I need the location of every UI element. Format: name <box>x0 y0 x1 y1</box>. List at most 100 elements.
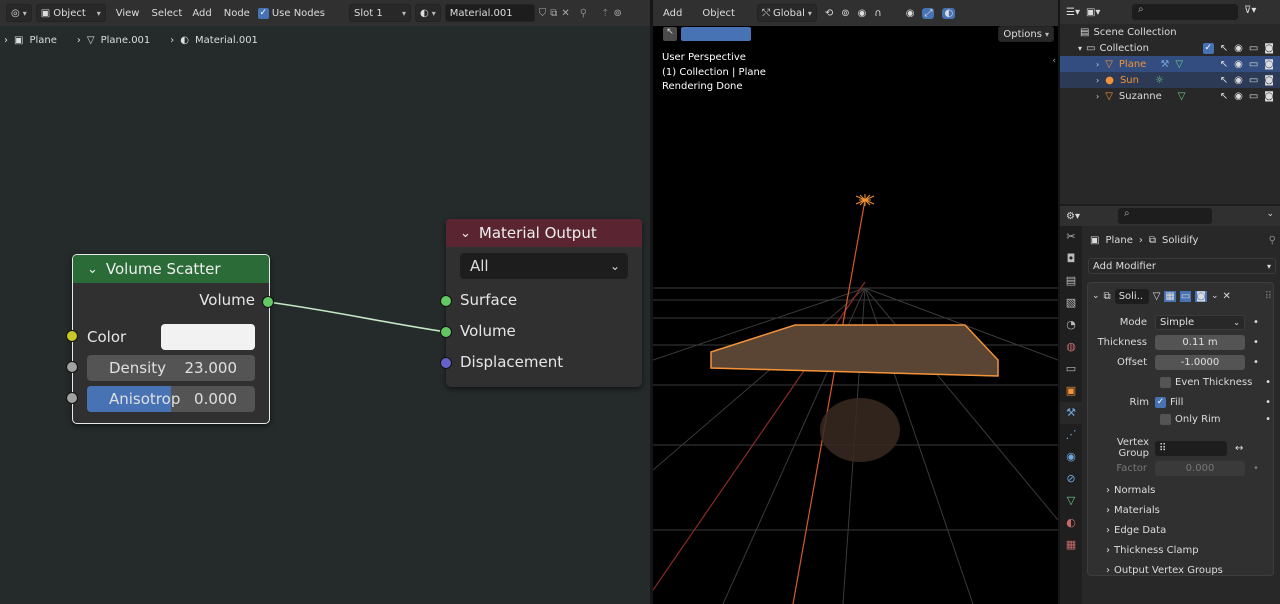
tab-particles-icon[interactable]: ⋰ <box>1060 424 1082 446</box>
eye-icon[interactable]: ◉ <box>1234 91 1243 102</box>
viewport-toggle-icon[interactable]: ▭ <box>1249 59 1258 70</box>
plane-mesh-selected[interactable] <box>710 324 999 377</box>
keyframe-dot-icon[interactable]: • <box>1265 377 1271 388</box>
collection-row[interactable]: ▾ ▭ Collection ✓ ↖ ◉ ▭ ◙ <box>1060 40 1280 56</box>
factor-field[interactable]: 0.000 <box>1155 460 1245 476</box>
add-modifier-button[interactable]: Add Modifier ▾ <box>1088 258 1276 274</box>
editor-type-icon[interactable]: ☰▾ <box>1066 7 1080 18</box>
show-render-icon[interactable]: ◙ <box>1195 290 1207 302</box>
tab-physics-icon[interactable]: ◉ <box>1060 446 1082 468</box>
pin-icon[interactable]: ⚲ <box>1269 235 1276 246</box>
camera-icon[interactable]: ◙ <box>1264 75 1274 86</box>
keyframe-dot-icon[interactable]: • <box>1253 357 1259 368</box>
exclude-checkbox[interactable]: ✓ <box>1202 42 1214 54</box>
tab-modifiers-icon[interactable]: ⚒ <box>1060 402 1082 424</box>
volume-output-socket[interactable] <box>262 296 274 308</box>
toggle-sidebar-icon[interactable]: ‹ <box>1052 56 1056 66</box>
remove-modifier-icon[interactable]: ✕ <box>1223 291 1231 302</box>
density-input-socket[interactable] <box>66 361 78 373</box>
outliner-row-sun[interactable]: › ● Sun ☼ ↖ ◉ ▭ ◙ <box>1060 72 1280 88</box>
modifier-name-field[interactable]: Soli.. <box>1114 288 1149 304</box>
mesh-data-icon[interactable]: ▽ <box>1178 91 1186 102</box>
select-toggle-icon[interactable]: ↖ <box>1220 91 1228 102</box>
vertex-group-field[interactable]: ⠿ <box>1155 440 1227 456</box>
select-toggle-icon[interactable]: ↖ <box>1220 59 1228 70</box>
filter-icon[interactable]: ⊽▾ <box>1244 5 1256 16</box>
camera-icon[interactable]: ◙ <box>1264 43 1274 54</box>
keyframe-dot-icon[interactable]: • <box>1253 463 1259 474</box>
subpanel-output-vertex-groups[interactable]: › Output Vertex Groups <box>1106 565 1223 576</box>
displacement-input-socket[interactable] <box>440 357 452 369</box>
3d-viewport[interactable]: Add Object ⤲ Global ▾ ⟲ ⊚ ◉ ∩ ◉ ⤢ ◐ ↖ Opti… <box>653 0 1058 604</box>
expand-chevron-icon[interactable]: ⌄ <box>1092 291 1100 301</box>
offset-field[interactable]: -1.0000 <box>1155 354 1245 370</box>
outliner-row-suzanne[interactable]: › ▽ Suzanne ▽ ↖ ◉ ▭ ◙ <box>1060 88 1280 104</box>
keyframe-dot-icon[interactable]: • <box>1265 397 1271 408</box>
drag-handle-icon[interactable]: ⠿ <box>1265 291 1272 302</box>
thickness-field[interactable]: 0.11 m <box>1155 334 1245 350</box>
only-rim-row[interactable]: Only Rim • <box>1160 411 1271 427</box>
tab-object-icon[interactable]: ▣ <box>1060 380 1082 402</box>
chevron-down-icon[interactable]: ⌄ <box>1266 209 1274 219</box>
volume-input-socket[interactable] <box>440 326 452 338</box>
properties-search-input[interactable]: ⌕ <box>1118 208 1212 224</box>
select-toggle-icon[interactable]: ↖ <box>1220 75 1228 86</box>
mesh-data-icon[interactable]: ▽ <box>1175 59 1183 70</box>
color-swatch[interactable] <box>161 324 255 350</box>
camera-icon[interactable]: ◙ <box>1264 91 1274 102</box>
expand-chevron-icon[interactable]: › <box>1096 60 1099 69</box>
tab-scene-icon[interactable]: ◔ <box>1060 314 1082 336</box>
display-mode-icon[interactable]: ▣▾ <box>1086 7 1100 18</box>
keyframe-dot-icon[interactable]: • <box>1253 337 1259 348</box>
invert-arrows-icon[interactable]: ↔ <box>1235 443 1243 454</box>
properties-editor[interactable]: ⚙▾ ⌕ ⌄ ✂ ◘ ▤ ▧ ◔ ◍ ▭ ▣ ⚒ ⋰ ◉ ⊘ ▽ ◐ ▦ ▣ P… <box>1060 206 1280 604</box>
suzanne-mesh[interactable] <box>820 398 900 462</box>
tab-world-icon[interactable]: ◍ <box>1060 336 1082 358</box>
collapse-chevron-icon[interactable]: ⌄ <box>87 262 98 277</box>
expand-chevron-icon[interactable]: ▾ <box>1078 44 1082 53</box>
keyframe-dot-icon[interactable]: • <box>1253 317 1259 328</box>
eye-icon[interactable]: ◉ <box>1234 75 1243 86</box>
eye-icon[interactable]: ◉ <box>1234 59 1243 70</box>
subpanel-materials[interactable]: › Materials <box>1106 505 1160 516</box>
tab-texture-icon[interactable]: ▦ <box>1060 534 1082 556</box>
tab-material-icon[interactable]: ◐ <box>1060 512 1082 534</box>
outliner[interactable]: ☰▾ ▣▾ ⌕ ⊽▾ ▤ Scene Collection ▾ ▭ Collec… <box>1060 0 1280 204</box>
outliner-row-plane[interactable]: › ▽ Plane ⚒ ▽ ↖ ◉ ▭ ◙ <box>1060 56 1280 72</box>
select-toggle-icon[interactable]: ↖ <box>1220 43 1228 54</box>
anisotropy-field[interactable]: Anisotrop 0.000 <box>87 386 255 412</box>
scene-collection-row[interactable]: ▤ Scene Collection <box>1060 24 1280 40</box>
fill-rim-checkbox[interactable]: ✓ <box>1155 396 1166 408</box>
material-output-node[interactable]: ⌄ Material Output All ⌄ Surface Volume D… <box>446 219 642 387</box>
tab-render-icon[interactable]: ◘ <box>1060 248 1082 270</box>
tab-constraints-icon[interactable]: ⊘ <box>1060 468 1082 490</box>
subpanel-thickness-clamp[interactable]: › Thickness Clamp <box>1106 545 1199 556</box>
chevron-down-icon[interactable]: ⌄ <box>1211 291 1219 301</box>
outliner-search-input[interactable]: ⌕ <box>1132 4 1238 20</box>
tab-tool-icon[interactable]: ✂ <box>1060 226 1082 248</box>
on-cage-icon[interactable]: ▦ <box>1164 290 1176 302</box>
even-thickness-checkbox[interactable] <box>1160 376 1171 388</box>
tab-view-layer-icon[interactable]: ▧ <box>1060 292 1082 314</box>
surface-input-socket[interactable] <box>440 295 452 307</box>
volume-scatter-header[interactable]: ⌄ Volume Scatter <box>73 255 269 283</box>
expand-chevron-icon[interactable]: › <box>1096 92 1099 101</box>
edit-mode-icon[interactable]: ▽ <box>1153 291 1161 302</box>
sun-data-icon[interactable]: ☼ <box>1155 75 1164 86</box>
sun-light-icon[interactable] <box>855 194 875 206</box>
editor-type-icon[interactable]: ⚙▾ <box>1066 211 1080 222</box>
tab-data-icon[interactable]: ▽ <box>1060 490 1082 512</box>
only-rim-checkbox[interactable] <box>1160 413 1171 425</box>
anisotropy-input-socket[interactable] <box>66 392 78 404</box>
eye-icon[interactable]: ◉ <box>1234 43 1243 54</box>
material-output-header[interactable]: ⌄ Material Output <box>446 219 642 247</box>
tab-collection-icon[interactable]: ▭ <box>1060 358 1082 380</box>
subpanel-normals[interactable]: › Normals <box>1106 485 1155 496</box>
volume-scatter-node[interactable]: ⌄ Volume Scatter Volume Color Density 23… <box>72 254 270 424</box>
subpanel-edge-data[interactable]: › Edge Data <box>1106 525 1166 536</box>
keyframe-dot-icon[interactable]: • <box>1265 414 1271 425</box>
viewport-toggle-icon[interactable]: ▭ <box>1249 91 1258 102</box>
density-field[interactable]: Density 23.000 <box>87 355 255 381</box>
node-editor[interactable]: ◎ ▾ ▣ Object ▾ View Select Add Node ✓ Use No… <box>0 0 650 604</box>
mode-dropdown[interactable]: Simple ⌄ <box>1155 314 1245 330</box>
